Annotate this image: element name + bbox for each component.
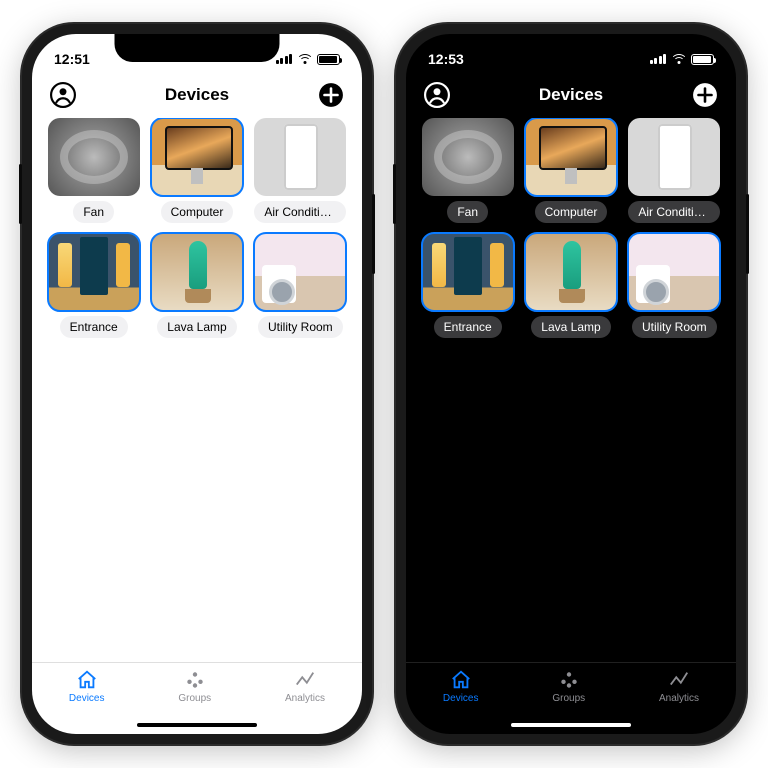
tab-label: Analytics bbox=[285, 693, 325, 704]
phone-light: 12:51 Devices Fan Computer Air Conditio.… bbox=[22, 24, 372, 744]
person-icon[interactable] bbox=[50, 82, 76, 108]
device-label: Computer bbox=[535, 201, 608, 223]
device-tile-computer[interactable]: Computer bbox=[149, 118, 244, 223]
device-tile-airconditioner[interactable]: Air Conditio... bbox=[627, 118, 722, 223]
clock: 12:53 bbox=[428, 51, 464, 67]
tab-groups[interactable]: Groups bbox=[178, 669, 211, 716]
device-tile-computer[interactable]: Computer bbox=[523, 118, 618, 223]
home-icon bbox=[450, 669, 472, 691]
device-label: Lava Lamp bbox=[531, 316, 610, 338]
device-thumb bbox=[628, 233, 720, 311]
plus-icon[interactable] bbox=[692, 82, 718, 108]
device-label: Fan bbox=[73, 201, 114, 223]
device-tile-fan[interactable]: Fan bbox=[420, 118, 515, 223]
device-tile-entrance[interactable]: Entrance bbox=[46, 233, 141, 338]
cell-signal-icon bbox=[650, 54, 667, 64]
header: Devices bbox=[406, 74, 736, 118]
tab-devices[interactable]: Devices bbox=[69, 669, 105, 716]
device-label: Lava Lamp bbox=[157, 316, 236, 338]
groups-icon bbox=[558, 669, 580, 691]
plus-icon[interactable] bbox=[318, 82, 344, 108]
device-thumb bbox=[525, 233, 617, 311]
device-thumb bbox=[628, 118, 720, 196]
tab-devices[interactable]: Devices bbox=[443, 669, 479, 716]
analytics-icon bbox=[294, 669, 316, 691]
device-grid: Fan Computer Air Conditio... Entrance La… bbox=[406, 118, 736, 338]
tab-analytics[interactable]: Analytics bbox=[285, 669, 325, 716]
analytics-icon bbox=[668, 669, 690, 691]
device-tile-lavalamp[interactable]: Lava Lamp bbox=[149, 233, 244, 338]
device-grid: Fan Computer Air Conditio... Entrance La… bbox=[32, 118, 362, 338]
device-label: Air Conditio... bbox=[628, 201, 720, 223]
tab-label: Analytics bbox=[659, 693, 699, 704]
tab-label: Devices bbox=[69, 693, 105, 704]
home-indicator[interactable] bbox=[137, 723, 257, 727]
device-label: Entrance bbox=[434, 316, 502, 338]
wifi-icon bbox=[297, 54, 312, 65]
wifi-icon bbox=[671, 54, 686, 65]
groups-icon bbox=[184, 669, 206, 691]
device-thumb bbox=[254, 233, 346, 311]
home-icon bbox=[76, 669, 98, 691]
notch bbox=[115, 34, 280, 62]
device-tile-lavalamp[interactable]: Lava Lamp bbox=[523, 233, 618, 338]
home-indicator[interactable] bbox=[511, 723, 631, 727]
page-title: Devices bbox=[539, 85, 603, 105]
device-tile-utilityroom[interactable]: Utility Room bbox=[253, 233, 348, 338]
device-tile-fan[interactable]: Fan bbox=[46, 118, 141, 223]
tab-label: Groups bbox=[552, 693, 585, 704]
device-label: Computer bbox=[161, 201, 234, 223]
page-title: Devices bbox=[165, 85, 229, 105]
device-thumb bbox=[525, 118, 617, 196]
device-label: Air Conditio... bbox=[254, 201, 346, 223]
device-label: Utility Room bbox=[632, 316, 717, 338]
battery-icon bbox=[317, 54, 340, 65]
device-thumb bbox=[254, 118, 346, 196]
phone-dark: 12:53 Devices Fan Computer Air Conditio.… bbox=[396, 24, 746, 744]
device-label: Entrance bbox=[60, 316, 128, 338]
tab-label: Devices bbox=[443, 693, 479, 704]
device-thumb bbox=[48, 118, 140, 196]
device-tile-utilityroom[interactable]: Utility Room bbox=[627, 233, 722, 338]
device-tile-airconditioner[interactable]: Air Conditio... bbox=[253, 118, 348, 223]
device-thumb bbox=[422, 233, 514, 311]
cell-signal-icon bbox=[276, 54, 293, 64]
device-thumb bbox=[422, 118, 514, 196]
device-thumb bbox=[151, 233, 243, 311]
tab-analytics[interactable]: Analytics bbox=[659, 669, 699, 716]
device-thumb bbox=[48, 233, 140, 311]
tab-groups[interactable]: Groups bbox=[552, 669, 585, 716]
device-label: Utility Room bbox=[258, 316, 343, 338]
device-thumb bbox=[151, 118, 243, 196]
device-tile-entrance[interactable]: Entrance bbox=[420, 233, 515, 338]
person-icon[interactable] bbox=[424, 82, 450, 108]
header: Devices bbox=[32, 74, 362, 118]
clock: 12:51 bbox=[54, 51, 90, 67]
device-label: Fan bbox=[447, 201, 488, 223]
notch bbox=[489, 34, 654, 62]
tab-label: Groups bbox=[178, 693, 211, 704]
battery-icon bbox=[691, 54, 714, 65]
